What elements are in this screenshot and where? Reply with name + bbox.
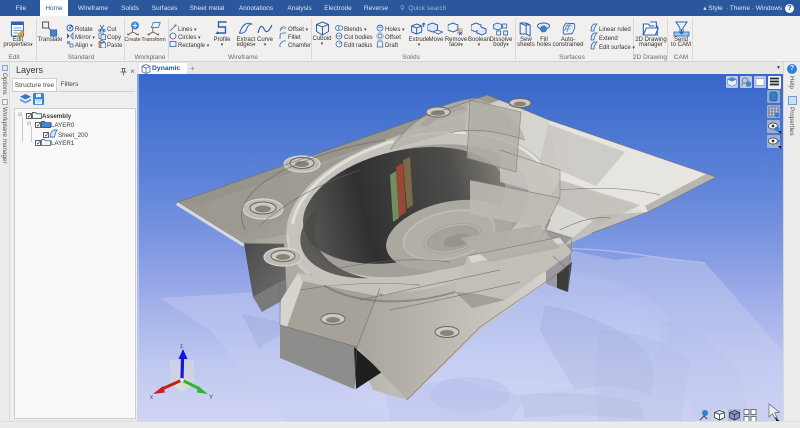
svg-text:Y: Y (209, 395, 213, 401)
svg-text:z: z (180, 344, 183, 350)
svg-text:x: x (150, 395, 153, 401)
